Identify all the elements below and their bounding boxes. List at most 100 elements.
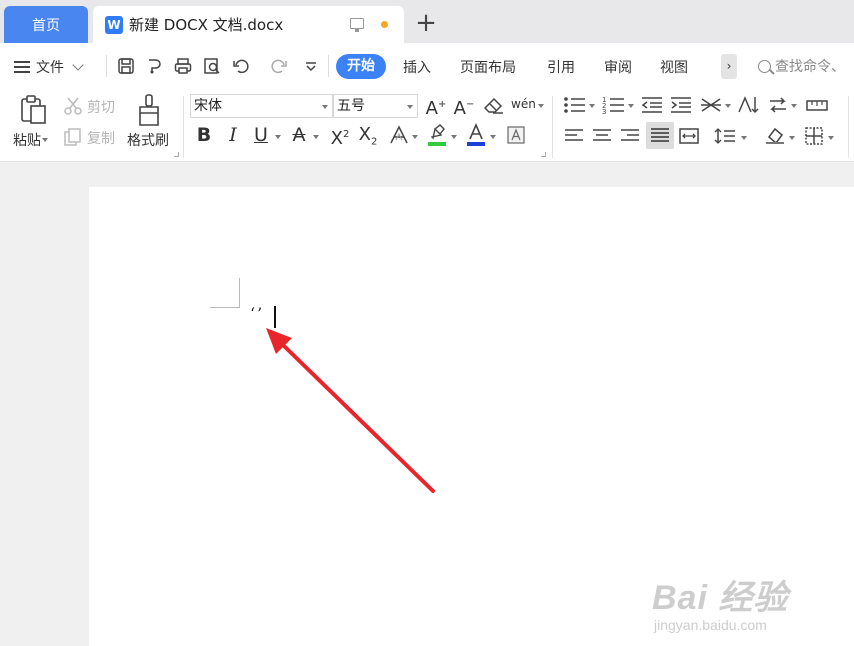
divider [328,55,329,77]
ribbon-toolbar: 粘贴 剪切 复制 格式刷 宋体 五号 A+ A− wén B I U A X2 … [0,90,854,162]
export-icon[interactable] [145,57,163,75]
document-title: 新建 DOCX 文档.docx [129,16,284,34]
clipboard-group-launcher[interactable] [174,152,179,157]
font-color-icon[interactable] [465,122,487,152]
redo-icon[interactable] [270,57,288,75]
numbered-dropdown-icon[interactable] [628,104,634,108]
watermark-brand: Bai 经验 [652,579,789,617]
save-icon[interactable] [117,57,135,75]
paste-button[interactable]: 粘贴 [13,130,41,150]
customize-toolbar-icon[interactable] [302,57,320,75]
italic-icon[interactable]: I [222,125,244,145]
paste-icon[interactable] [18,94,48,126]
print-preview-icon[interactable] [203,57,221,75]
decrease-indent-icon[interactable] [640,95,664,120]
borders-icon[interactable] [803,127,825,150]
align-center-icon[interactable] [591,127,613,150]
tab-page-layout[interactable]: 页面布局 [460,57,516,77]
tab-references[interactable]: 引用 [547,57,575,77]
font-name-select[interactable]: 宋体 [190,94,333,118]
bullet-dropdown-icon[interactable] [589,104,595,108]
watermark-url: jingyan.baidu.com [654,617,767,633]
copy-button[interactable]: 复制 [87,128,115,148]
copy-icon [63,127,83,147]
text-effect-icon[interactable] [388,125,410,150]
show-hide-marks-icon[interactable] [766,95,790,120]
numbered-list-icon[interactable]: 123 [602,95,626,120]
format-painter-icon[interactable] [136,93,162,127]
grow-font-icon[interactable]: A+ [425,95,447,119]
strikethrough-icon[interactable]: A [288,125,310,145]
subscript-icon[interactable]: X2 [356,125,380,153]
tab-view[interactable]: 视图 [660,57,688,77]
shading-icon[interactable] [764,125,786,150]
superscript-icon[interactable]: X2 [328,125,352,149]
more-tabs-button[interactable]: › [721,54,737,79]
chevron-down-icon [72,59,84,71]
tab-home[interactable]: 首页 [4,6,88,43]
borders-dropdown-icon[interactable] [828,136,834,140]
character-border-icon[interactable] [505,125,527,150]
divider [848,96,849,158]
monitor-icon[interactable] [350,18,364,32]
command-search-placeholder: 查找命令、 [775,59,845,75]
font-color-dropdown-icon[interactable] [490,135,496,139]
text-cursor [274,306,276,328]
undo-icon[interactable] [232,57,250,75]
align-right-icon[interactable] [619,127,641,150]
justify-icon[interactable] [646,122,674,149]
phonetic-guide-label: wén [511,97,536,111]
search-icon [758,59,771,73]
shading-dropdown-icon[interactable] [789,136,795,140]
distributed-align-icon[interactable] [678,127,700,150]
sort-icon[interactable] [737,95,761,120]
print-icon[interactable] [174,57,192,75]
tab-insert[interactable]: 插入 [403,57,431,77]
phonetic-guide-icon[interactable]: wén [511,94,536,114]
svg-text:3: 3 [602,108,606,115]
cut-button[interactable]: 剪切 [87,97,115,117]
paste-dropdown-icon[interactable] [42,138,48,142]
underline-dropdown-icon[interactable] [275,135,281,139]
tab-review[interactable]: 审阅 [604,57,632,77]
tab-start[interactable]: 开始 [336,54,386,79]
tab-document[interactable]: W 新建 DOCX 文档.docx [93,6,404,43]
new-tab-button[interactable]: + [413,8,439,38]
divider [106,55,107,77]
shrink-font-icon[interactable]: A− [453,95,475,119]
file-menu[interactable]: 文件 [14,57,84,77]
show-hide-dropdown-icon[interactable] [791,104,797,108]
strikethrough-dropdown-icon[interactable] [313,135,319,139]
font-group-launcher[interactable] [541,152,546,157]
phonetic-dropdown-icon[interactable] [538,104,544,108]
chinese-layout-icon[interactable] [699,95,723,120]
format-painter-button[interactable]: 格式刷 [127,130,169,150]
increase-indent-icon[interactable] [669,95,693,120]
highlight-icon[interactable] [426,123,448,152]
bullet-list-icon[interactable] [563,95,587,120]
line-spacing-dropdown-icon[interactable] [741,136,747,140]
document-text[interactable]: ‘’ [250,304,264,323]
tab-bar: 首页 W 新建 DOCX 文档.docx + [0,0,854,43]
table-ruler-icon[interactable] [805,95,829,120]
hamburger-icon [14,61,30,73]
underline-icon[interactable]: U [250,125,272,145]
file-menu-label: 文件 [36,60,64,76]
line-spacing-icon[interactable] [714,127,736,150]
menu-bar: 文件 开始 插入 页面布局 引用 审阅 视图 › 查找命令、 [0,43,854,113]
page-margin-marker [210,278,240,308]
align-left-icon[interactable] [563,127,585,150]
font-size-select[interactable]: 五号 [333,94,418,118]
text-effect-dropdown-icon[interactable] [412,135,418,139]
bold-icon[interactable]: B [193,125,215,145]
divider [552,96,553,158]
scissors-icon [63,96,83,116]
divider [183,96,184,158]
baidu-jingyan-watermark: Bai 经验 jingyan.baidu.com [652,570,788,633]
clear-format-icon[interactable] [483,95,505,120]
chinese-layout-dropdown-icon[interactable] [725,104,731,108]
unsaved-dot-icon [381,21,388,28]
wps-writer-icon: W [105,15,123,34]
highlight-dropdown-icon[interactable] [451,135,457,139]
command-search[interactable]: 查找命令、 [758,56,845,76]
